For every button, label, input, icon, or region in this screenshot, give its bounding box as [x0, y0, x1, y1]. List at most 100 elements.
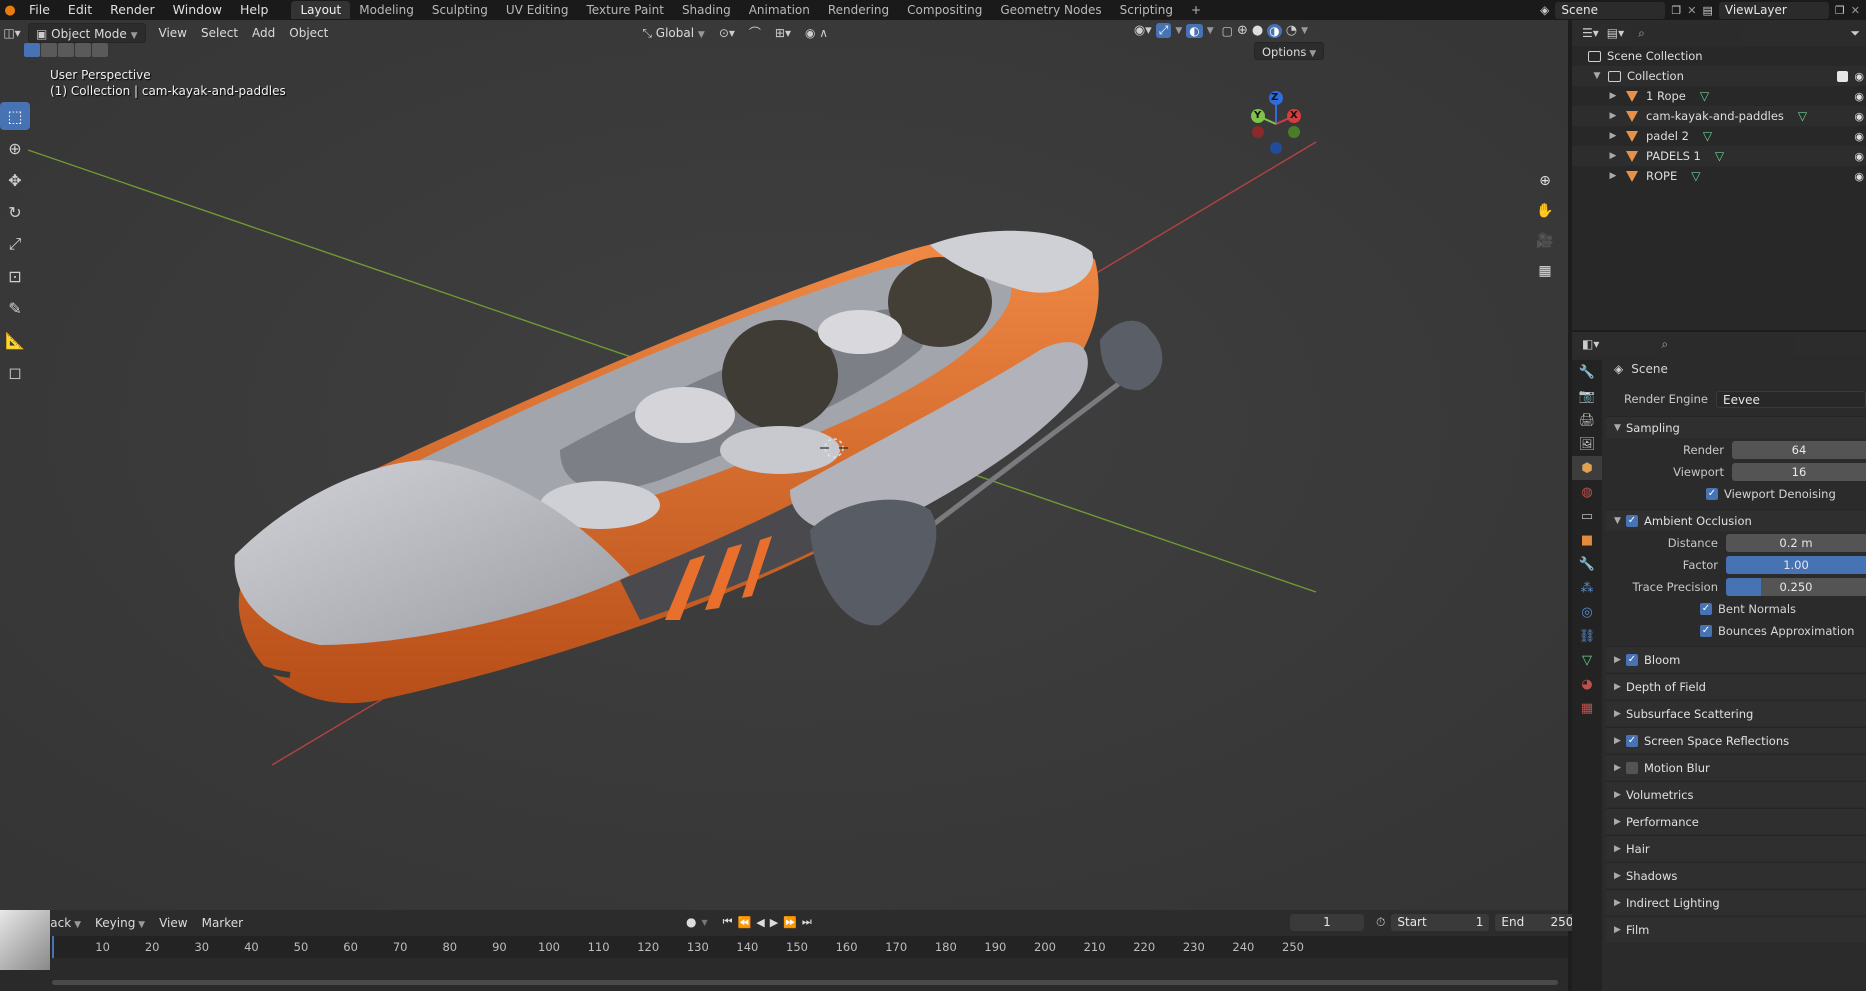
panel-header[interactable]: ▶ Indirect Lighting	[1606, 889, 1866, 915]
data-properties-icon[interactable]: ▽	[1572, 648, 1602, 672]
scale-tool-icon[interactable]: ⤢	[0, 230, 30, 258]
bounces-row[interactable]: ✓ Bounces Approximation	[1606, 620, 1866, 642]
visibility-icon[interactable]: ◉▾	[1134, 23, 1152, 38]
mesh-data-icon[interactable]: ▽	[1703, 129, 1712, 143]
eye-icon[interactable]: ◉	[1854, 90, 1864, 103]
annotate-tool-icon[interactable]: ✎	[0, 294, 30, 322]
pivot-point-icon[interactable]: ⊙▾	[712, 23, 742, 43]
tab-uv-editing[interactable]: UV Editing	[497, 1, 578, 19]
ao-distance-field[interactable]: 0.2 m	[1726, 534, 1866, 552]
panel-header[interactable]: ▶ Film	[1606, 916, 1866, 942]
editor-type-icon[interactable]: ◧▾	[1582, 337, 1599, 351]
checkbox-icon[interactable]	[1837, 70, 1849, 82]
expand-right-icon[interactable]: ▶	[1606, 171, 1620, 181]
overlay-toggle-icon[interactable]: ◐	[1186, 23, 1203, 38]
expand-down-icon[interactable]: ▼	[1590, 71, 1604, 81]
select-intersect-icon[interactable]	[92, 43, 108, 57]
wireframe-shading-icon[interactable]: ⊕	[1237, 23, 1248, 38]
material-properties-icon[interactable]: ◕	[1572, 672, 1602, 696]
tab-animation[interactable]: Animation	[740, 1, 819, 19]
checkbox-checked-icon[interactable]: ✓	[1626, 734, 1638, 747]
panel-header[interactable]: ▶ Motion Blur	[1606, 754, 1866, 780]
eye-icon[interactable]: ◉	[1854, 130, 1864, 143]
blender-logo-icon[interactable]: ●	[0, 0, 20, 20]
tab-modeling[interactable]: Modeling	[350, 1, 423, 19]
transform-orientation[interactable]: ⤡ Global ▼	[635, 23, 711, 43]
copy-icon[interactable]: ❐	[1671, 4, 1681, 17]
expand-right-icon[interactable]: ▶	[1606, 131, 1620, 141]
menu-window[interactable]: Window	[164, 0, 231, 20]
texture-properties-icon[interactable]: ▦	[1572, 696, 1602, 720]
pan-hand-icon[interactable]: ✋	[1532, 198, 1558, 224]
mesh-data-icon[interactable]: ▽	[1691, 169, 1700, 183]
copy-layer-icon[interactable]: ❐	[1835, 4, 1845, 17]
scene-properties-icon[interactable]: ⬢	[1572, 456, 1602, 480]
stopwatch-icon[interactable]: ⏱	[1376, 915, 1385, 930]
outliner-object[interactable]: ▶ ROPE ▽ ◉	[1572, 166, 1866, 186]
3d-viewport[interactable]: Z X Y ◫▾ ▣ Object Mode ▼ View Select Add…	[0, 20, 1568, 910]
options-button[interactable]: Options ▼	[1254, 42, 1325, 60]
material-shading-icon[interactable]: ◑	[1267, 23, 1282, 38]
solid-shading-icon[interactable]: ●	[1252, 23, 1263, 38]
view-layer-properties-icon[interactable]: 🖼	[1572, 432, 1602, 456]
perspective-grid-icon[interactable]: ▦	[1532, 258, 1558, 284]
panel-header[interactable]: ▶ Hair	[1606, 835, 1866, 861]
menu-view[interactable]: View	[152, 23, 194, 43]
add-workspace-button[interactable]: +	[1182, 1, 1210, 19]
tab-scripting[interactable]: Scripting	[1111, 1, 1182, 19]
panel-header[interactable]: ▶ Depth of Field	[1606, 673, 1866, 699]
add-cube-tool-icon[interactable]: ◻	[0, 358, 30, 386]
scene-name-field[interactable]: Scene	[1555, 1, 1666, 19]
menu-file[interactable]: File	[20, 0, 59, 20]
display-mode-icon[interactable]: ▤▾	[1607, 26, 1624, 40]
render-properties-icon[interactable]: 📷	[1572, 384, 1602, 408]
tool-settings-icon[interactable]: 🔧	[1572, 360, 1602, 384]
particles-properties-icon[interactable]: ⁂	[1572, 576, 1602, 600]
menu-keying[interactable]: Keying ▼	[88, 913, 152, 933]
menu-add[interactable]: Add	[245, 23, 282, 43]
viewport-samples-field[interactable]: 16	[1732, 463, 1866, 481]
editor-type-icon[interactable]: ◫▾	[0, 26, 24, 40]
snap-target-icon[interactable]: ⊞▾	[768, 23, 798, 43]
render-engine-select[interactable]: Eevee	[1716, 390, 1866, 408]
ao-trace-slider[interactable]: 0.250	[1726, 578, 1866, 596]
checkbox-unchecked-icon[interactable]	[1626, 761, 1638, 774]
expand-right-icon[interactable]: ▶	[1606, 91, 1620, 101]
filter-icon[interactable]: ⏷	[1850, 26, 1860, 41]
panel-header[interactable]: ▶ ✓ Screen Space Reflections	[1606, 727, 1866, 753]
collection-properties-icon[interactable]: ▭	[1572, 504, 1602, 528]
menu-edit[interactable]: Edit	[59, 0, 101, 20]
tab-sculpting[interactable]: Sculpting	[423, 1, 497, 19]
checkbox-checked-icon[interactable]: ✓	[1706, 488, 1718, 500]
sampling-panel-header[interactable]: ▼ Sampling	[1606, 416, 1866, 438]
outliner-object[interactable]: ▶ 1 Rope ▽ ◉	[1572, 86, 1866, 106]
tab-compositing[interactable]: Compositing	[898, 1, 991, 19]
gizmo-x-label[interactable]: X	[1290, 110, 1298, 121]
measure-tool-icon[interactable]: 📐	[0, 326, 30, 354]
eye-icon[interactable]: ◉	[1854, 110, 1864, 123]
menu-marker[interactable]: Marker	[195, 913, 250, 933]
panel-header[interactable]: ▶ Subsurface Scattering	[1606, 700, 1866, 726]
gizmo-toggle-icon[interactable]: ⤢	[1155, 23, 1172, 38]
select-extend-icon[interactable]	[41, 43, 57, 57]
checkbox-checked-icon[interactable]: ✓	[1700, 603, 1712, 615]
proportional-edit-icon[interactable]: ◉ ∧	[798, 23, 835, 43]
move-tool-icon[interactable]: ✥	[0, 166, 30, 194]
select-invert-icon[interactable]	[75, 43, 91, 57]
select-new-icon[interactable]	[24, 43, 40, 57]
panel-header[interactable]: ▶ ✓ Bloom	[1606, 646, 1866, 672]
next-keyframe-icon[interactable]: ⏩	[783, 916, 797, 929]
play-icon[interactable]: ▶	[770, 916, 778, 929]
end-frame-field[interactable]: End 250	[1495, 914, 1580, 931]
view-layer-field[interactable]: ViewLayer	[1718, 1, 1829, 19]
cursor-tool-icon[interactable]: ⊕	[0, 134, 30, 162]
render-samples-field[interactable]: 64	[1732, 441, 1866, 459]
select-box-icon[interactable]: ⬚	[0, 102, 30, 130]
menu-render[interactable]: Render	[101, 0, 164, 20]
outliner-search-input[interactable]: ⌕	[1632, 24, 1743, 42]
menu-select[interactable]: Select	[194, 23, 245, 43]
expand-right-icon[interactable]: ▶	[1606, 151, 1620, 161]
panel-header[interactable]: ▶ Volumetrics	[1606, 781, 1866, 807]
jump-end-icon[interactable]: ⏭	[802, 915, 812, 929]
start-frame-field[interactable]: Start 1	[1391, 914, 1490, 931]
